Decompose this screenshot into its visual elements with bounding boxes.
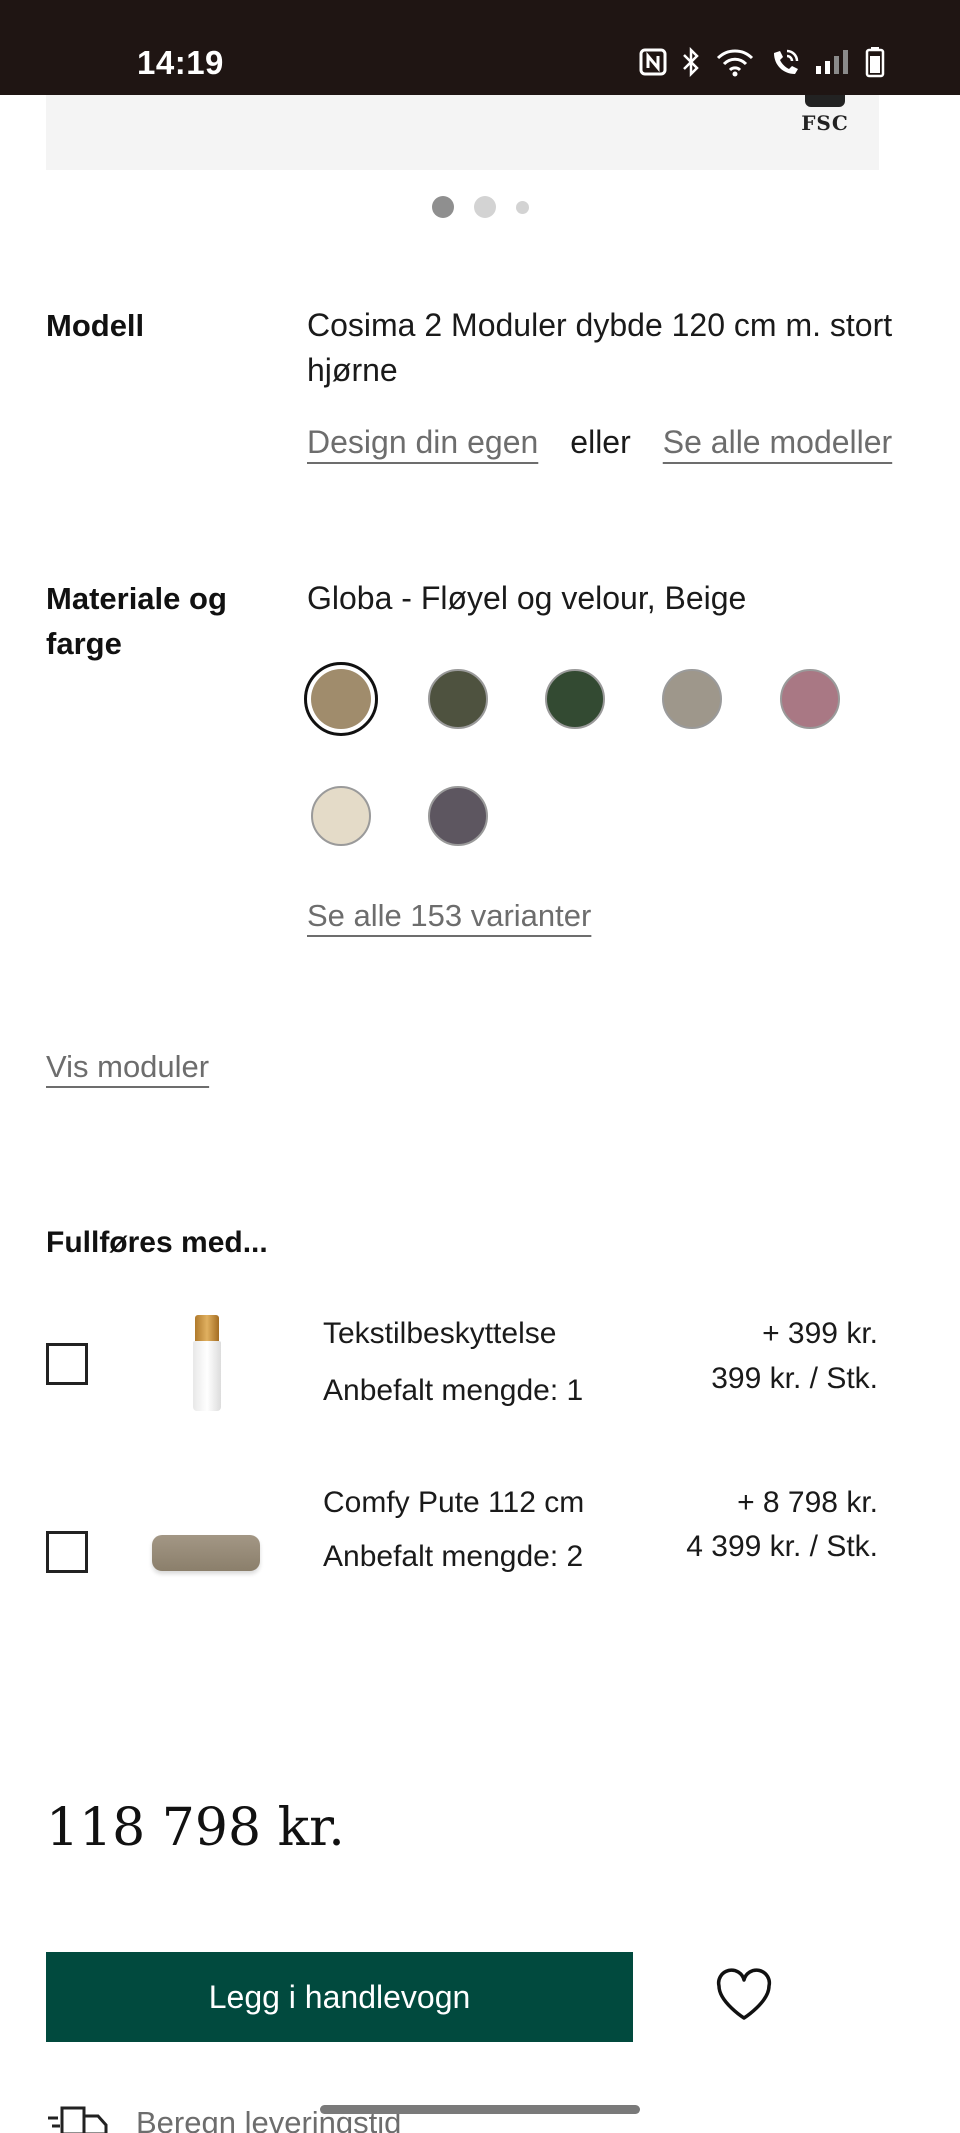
- addon-checkbox[interactable]: [46, 1343, 88, 1385]
- fsc-tree-icon: [805, 95, 845, 107]
- swatch-plum-grey[interactable]: [428, 786, 488, 846]
- truck-icon: [46, 2100, 116, 2133]
- fsc-logo-text: FSC: [801, 111, 849, 135]
- swatch-dark-green[interactable]: [545, 669, 605, 729]
- add-to-cart-button[interactable]: Legg i handlevogn: [46, 1952, 633, 2042]
- addon-recommended-qty: Anbefalt mengde: 1: [323, 1374, 584, 1407]
- addon-price-unit: 4 399 kr. / Stk.: [686, 1530, 878, 1563]
- battery-icon: [865, 46, 885, 78]
- product-image[interactable]: FSC: [46, 95, 879, 170]
- swatch-beige[interactable]: [304, 662, 378, 736]
- design-your-own-link[interactable]: Design din egen: [307, 424, 538, 461]
- see-all-models-link[interactable]: Se alle modeller: [663, 424, 892, 461]
- addon-price-total: + 399 kr.: [762, 1317, 878, 1350]
- addon-price-unit: 399 kr. / Stk.: [711, 1362, 878, 1395]
- carousel-dot-2[interactable]: [473, 196, 496, 218]
- show-modules-link[interactable]: Vis moduler: [46, 1049, 209, 1085]
- carousel-dots: [0, 196, 960, 218]
- addon-recommended-qty: Anbefalt mengde: 2: [323, 1540, 584, 1573]
- see-all-variants-link[interactable]: Se alle 153 varianter: [307, 898, 591, 934]
- bluetooth-icon: [681, 47, 701, 77]
- model-links: Design din egen eller Se alle modeller: [307, 424, 892, 461]
- addon-checkbox[interactable]: [46, 1531, 88, 1573]
- wifi-icon: [715, 47, 755, 77]
- favorite-heart-icon[interactable]: [715, 1968, 773, 2024]
- nfc-icon: [639, 48, 667, 76]
- addon-name: Tekstilbeskyttelse: [323, 1317, 557, 1350]
- swatch-cream[interactable]: [311, 786, 371, 846]
- or-text: eller: [570, 424, 631, 460]
- status-bar: 14:19: [0, 0, 960, 95]
- model-value: Cosima 2 Moduler dybde 120 cm m. stort h…: [307, 307, 893, 388]
- swatch-rose[interactable]: [780, 669, 840, 729]
- textile-protection-image: [193, 1315, 221, 1411]
- fsc-logo: FSC: [789, 95, 861, 135]
- model-label: Modell: [46, 308, 145, 343]
- material-label: Materiale og farge: [46, 581, 227, 661]
- wifi-calling-icon: [769, 47, 801, 77]
- complete-with-title: Fullføres med...: [46, 1226, 268, 1259]
- swatch-grey-beige[interactable]: [662, 669, 722, 729]
- addon-name: Comfy Pute 112 cm: [323, 1486, 585, 1519]
- carousel-dot-3[interactable]: [515, 200, 529, 214]
- material-value: Globa - Fløyel og velour, Beige: [307, 580, 747, 616]
- status-icons: [639, 46, 885, 78]
- total-price: 118 798 kr.: [46, 1798, 345, 1858]
- carousel-dot-1[interactable]: [431, 196, 454, 218]
- swatch-beige-fill: [311, 669, 371, 729]
- swatch-olive[interactable]: [428, 669, 488, 729]
- cushion-image: [152, 1535, 260, 1571]
- addon-price-total: + 8 798 kr.: [737, 1486, 878, 1519]
- signal-icon: [815, 48, 851, 76]
- status-time: 14:19: [137, 44, 224, 81]
- home-indicator[interactable]: [320, 2105, 640, 2114]
